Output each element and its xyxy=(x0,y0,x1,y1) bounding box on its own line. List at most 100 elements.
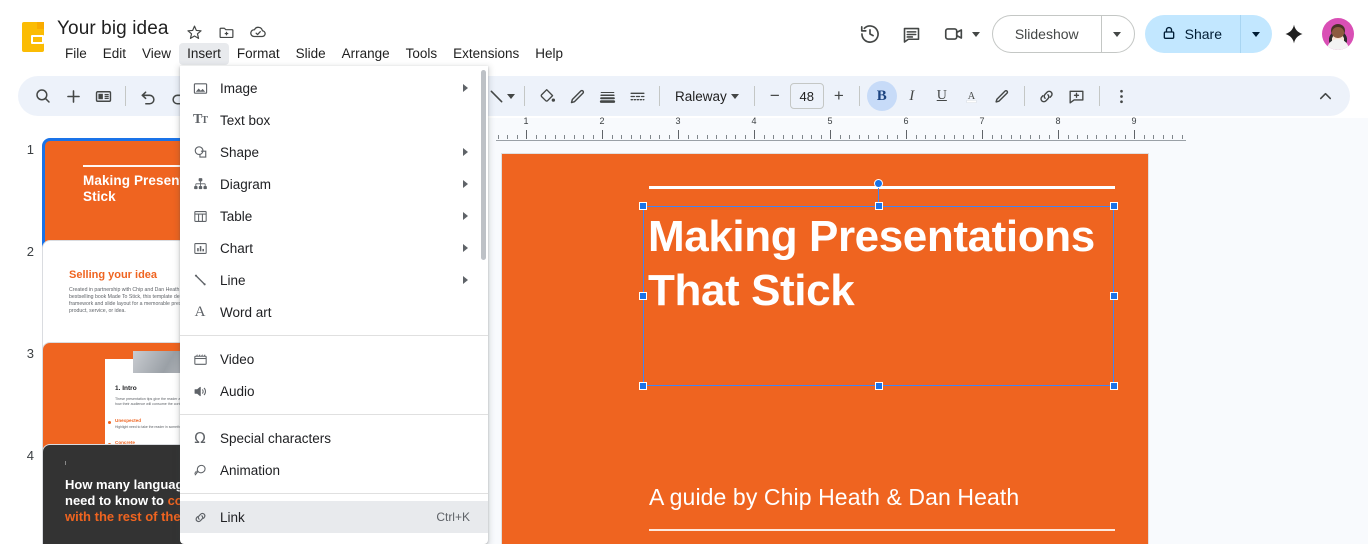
menu-item-shape[interactable]: Shape xyxy=(180,136,488,168)
user-avatar[interactable] xyxy=(1322,18,1354,50)
ruler-minor-tick xyxy=(706,135,708,139)
resize-handle-w[interactable] xyxy=(639,292,647,300)
menu-item-special-characters[interactable]: Ω Special characters xyxy=(180,422,488,454)
decrease-font-size-button[interactable]: − xyxy=(762,83,788,109)
menu-item-animation[interactable]: Animation xyxy=(180,454,488,486)
gemini-sparkle-icon[interactable] xyxy=(1274,14,1314,54)
resize-handle-ne[interactable] xyxy=(1110,202,1118,210)
slide-canvas[interactable]: Making Presentations That Stick A guide … xyxy=(502,154,1148,544)
menu-item-table[interactable]: Table xyxy=(180,200,488,232)
increase-font-size-button[interactable]: + xyxy=(826,83,852,109)
search-icon[interactable] xyxy=(28,81,58,111)
submenu-arrow-icon xyxy=(463,148,468,156)
undo-icon[interactable] xyxy=(133,81,163,111)
ruler-minor-tick xyxy=(811,135,812,139)
border-dash-icon[interactable] xyxy=(622,81,652,111)
menu-item-audio[interactable]: Audio xyxy=(180,375,488,407)
line-tool-dropdown-caret-icon[interactable] xyxy=(507,93,515,99)
table-icon xyxy=(180,208,220,225)
resize-handle-s[interactable] xyxy=(874,382,883,390)
menu-edit[interactable]: Edit xyxy=(95,43,134,65)
version-history-icon[interactable] xyxy=(850,14,890,54)
layout-icon[interactable] xyxy=(88,81,118,111)
ruler-major-tick xyxy=(602,130,603,139)
menu-item-text-box[interactable]: TT Text box xyxy=(180,104,488,136)
ruler-minor-tick xyxy=(735,135,736,139)
fill-color-icon[interactable] xyxy=(532,81,562,111)
ruler-minor-tick xyxy=(1153,135,1154,139)
menu-help[interactable]: Help xyxy=(527,43,571,65)
ruler-label: 7 xyxy=(979,116,985,126)
border-weight-icon[interactable] xyxy=(592,81,622,111)
menu-format[interactable]: Format xyxy=(229,43,288,65)
text-color-button[interactable]: A xyxy=(957,81,987,111)
slide-subtitle-text[interactable]: A guide by Chip Heath & Dan Heath xyxy=(649,484,1019,511)
share-dropdown-button[interactable] xyxy=(1240,15,1272,53)
menu-item-diagram[interactable]: Diagram xyxy=(180,168,488,200)
add-comment-icon[interactable] xyxy=(1062,81,1092,111)
google-slides-logo-icon[interactable] xyxy=(18,20,48,54)
border-color-icon[interactable] xyxy=(562,81,592,111)
italic-button[interactable]: I xyxy=(897,81,927,111)
menu-item-video[interactable]: Video xyxy=(180,343,488,375)
menu-arrange[interactable]: Arrange xyxy=(334,43,398,65)
menu-item-image[interactable]: Image xyxy=(180,72,488,104)
highlight-pen-icon[interactable] xyxy=(987,81,1017,111)
image-icon xyxy=(180,80,220,97)
ruler-minor-tick xyxy=(896,135,898,139)
font-family-selector[interactable]: Raleway xyxy=(667,81,747,111)
resize-handle-nw[interactable] xyxy=(639,202,647,210)
ruler-minor-tick xyxy=(583,135,584,139)
share-button[interactable]: Share xyxy=(1144,15,1240,53)
ruler-minor-tick xyxy=(1181,135,1183,139)
resize-handle-se[interactable] xyxy=(1110,382,1118,390)
menu-item-word-art[interactable]: A Word art xyxy=(180,296,488,328)
chevron-down-icon xyxy=(730,93,739,99)
menu-view[interactable]: View xyxy=(134,43,179,65)
menu-extensions[interactable]: Extensions xyxy=(445,43,527,65)
horizontal-ruler[interactable]: 1 2 3 4 5 6 7 8 9 xyxy=(496,116,1368,144)
logo-shape xyxy=(22,22,44,52)
menu-item-chart[interactable]: Chart xyxy=(180,232,488,264)
insert-link-icon[interactable] xyxy=(1032,81,1062,111)
underline-button[interactable]: U xyxy=(927,81,957,111)
insert-menu-dropdown[interactable]: Image TT Text box Shape Diagram Table Ch… xyxy=(180,66,488,544)
resize-handle-sw[interactable] xyxy=(639,382,647,390)
menu-item-link[interactable]: Link Ctrl+K xyxy=(180,501,488,533)
menu-divider xyxy=(180,335,488,336)
bold-button[interactable]: B xyxy=(866,81,897,111)
menu-tools[interactable]: Tools xyxy=(398,43,446,65)
ruler-minor-tick xyxy=(1039,135,1040,139)
menu-item-label: Chart xyxy=(220,240,254,256)
meet-camera-icon[interactable] xyxy=(934,14,974,54)
document-title[interactable]: Your big idea xyxy=(57,18,169,40)
add-slide-icon[interactable] xyxy=(58,81,88,111)
more-options-icon[interactable] xyxy=(1107,81,1137,111)
resize-handle-e[interactable] xyxy=(1110,292,1118,300)
meet-dropdown-caret-icon[interactable] xyxy=(971,31,980,37)
header-actions: Slideshow Share xyxy=(850,12,1354,56)
rotation-handle[interactable] xyxy=(873,179,883,188)
slide-number: 1 xyxy=(26,142,34,157)
menu-scrollbar[interactable] xyxy=(481,70,486,260)
slideshow-button[interactable]: Slideshow xyxy=(991,15,1101,53)
menu-file[interactable]: File xyxy=(57,43,95,65)
star-icon[interactable] xyxy=(185,23,203,41)
menu-insert[interactable]: Insert xyxy=(179,43,229,65)
cloud-saved-icon[interactable] xyxy=(249,23,267,41)
slideshow-dropdown-button[interactable] xyxy=(1100,15,1135,53)
menu-item-line[interactable]: Line xyxy=(180,264,488,296)
collapse-chevron-icon[interactable] xyxy=(1310,81,1340,111)
resize-handle-n[interactable] xyxy=(874,202,883,210)
menu-slide[interactable]: Slide xyxy=(288,43,334,65)
meet-button[interactable] xyxy=(934,14,980,54)
audio-icon xyxy=(180,383,220,400)
ruler-minor-tick xyxy=(839,135,841,139)
comment-history-icon[interactable] xyxy=(892,14,932,54)
logo-fold xyxy=(37,22,44,29)
avatar-face xyxy=(1332,27,1344,38)
font-size-input[interactable]: 48 xyxy=(789,83,824,109)
ruler-minor-tick xyxy=(697,135,698,139)
move-to-folder-icon[interactable] xyxy=(217,23,235,41)
text-box-selection[interactable] xyxy=(639,179,1118,390)
